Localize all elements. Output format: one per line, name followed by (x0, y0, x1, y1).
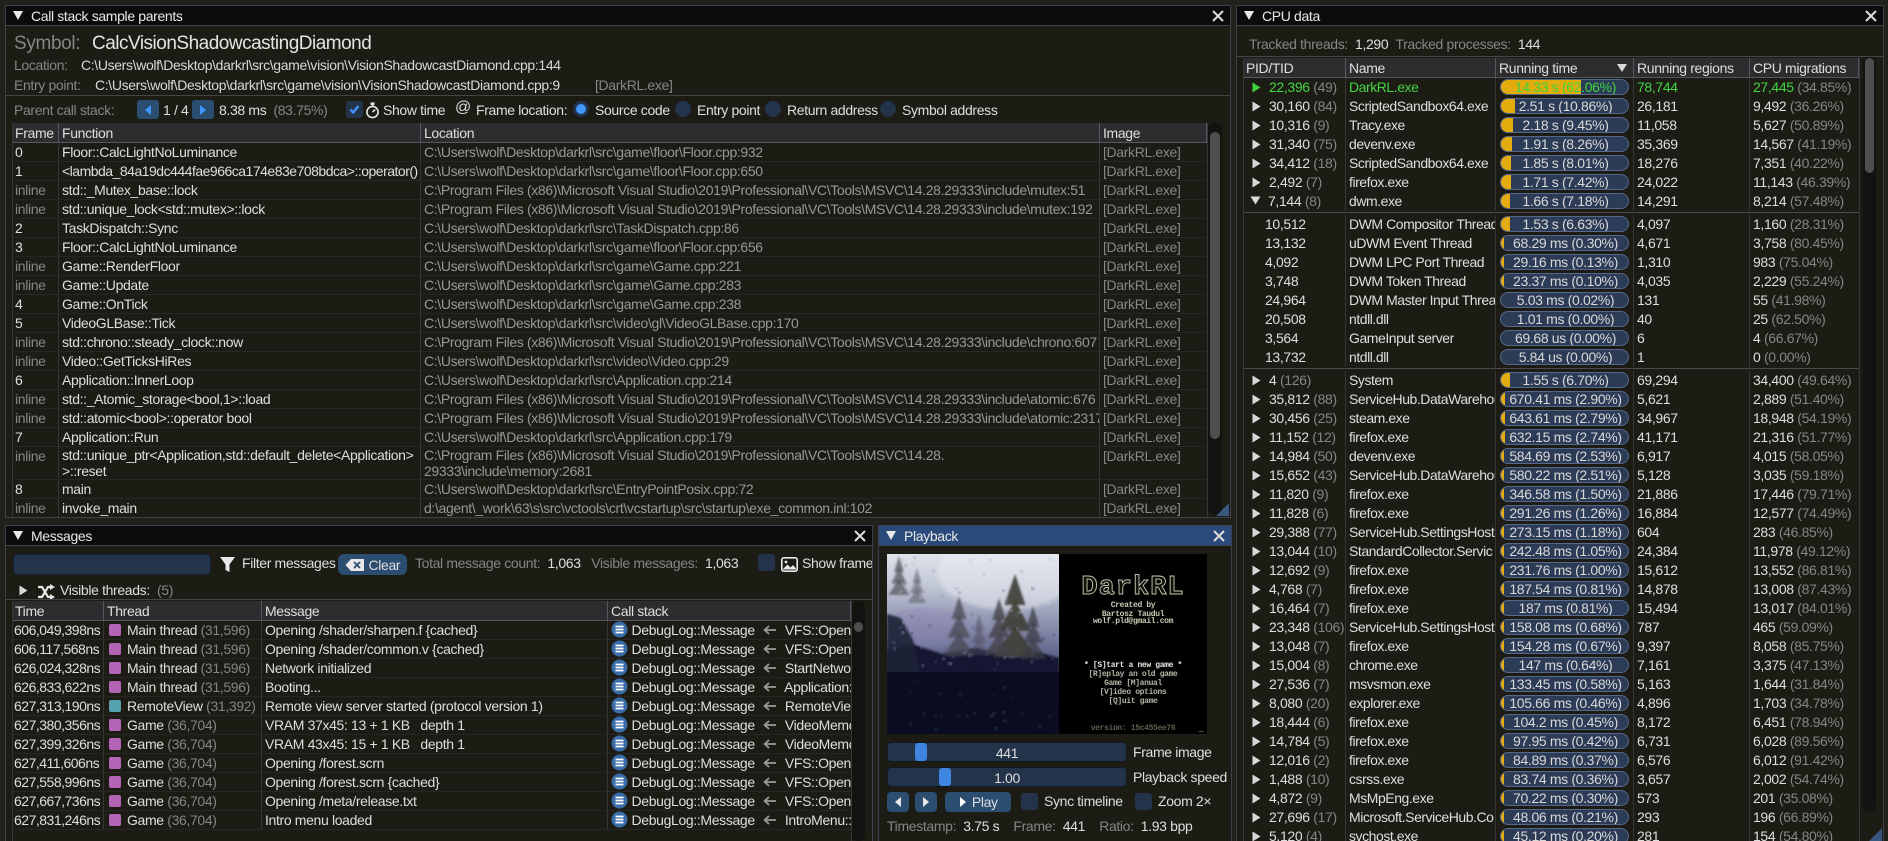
svg-text:[V]ideo options: [V]ideo options (1100, 688, 1167, 697)
svg-text:* [S]tart a new game *: * [S]tart a new game * (1084, 661, 1182, 670)
svg-text:[Q]uit game: [Q]uit game (1109, 697, 1159, 706)
svg-text:[R]eplay an old game: [R]eplay an old game (1088, 670, 1178, 679)
svg-text:wolf.pld@gmail.com: wolf.pld@gmail.com (1093, 617, 1174, 626)
svg-text:DarkRL: DarkRL (1081, 573, 1184, 603)
svg-text:Created by: Created by (1111, 601, 1156, 610)
svg-text:Game [M]anual: Game [M]anual (1104, 679, 1162, 688)
svg-text:version: 15c455ee76: version: 15c455ee76 (1091, 724, 1176, 733)
svg-text:_: _ (1198, 725, 1204, 734)
